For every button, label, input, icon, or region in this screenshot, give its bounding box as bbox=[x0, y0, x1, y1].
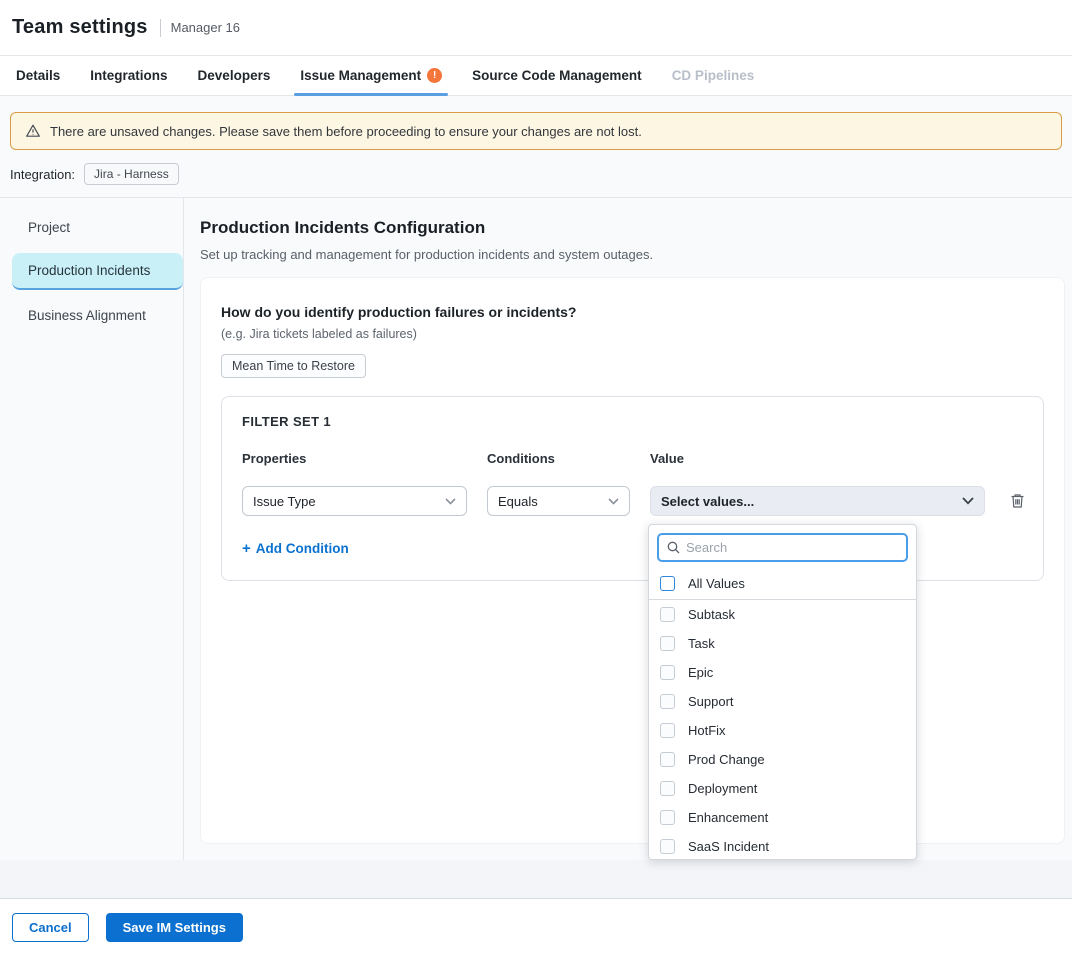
filter-grid: Properties Conditions Value Issue Type E… bbox=[242, 451, 1023, 516]
column-label-conditions: Conditions bbox=[487, 451, 630, 466]
save-im-settings-button[interactable]: Save IM Settings bbox=[106, 913, 243, 942]
integration-row: Integration: Jira - Harness bbox=[10, 163, 1062, 185]
checkbox-icon[interactable] bbox=[660, 839, 675, 854]
option-saas-incident[interactable]: SaaS Incident bbox=[649, 832, 916, 860]
trash-icon bbox=[1010, 493, 1025, 509]
content-description: Set up tracking and management for produ… bbox=[200, 247, 1065, 262]
warning-icon bbox=[25, 123, 41, 139]
checkbox-icon[interactable] bbox=[660, 752, 675, 767]
column-label-value: Value bbox=[650, 451, 985, 466]
content-title: Production Incidents Configuration bbox=[200, 218, 1065, 238]
tab-details[interactable]: Details bbox=[16, 56, 60, 95]
checkbox-icon[interactable] bbox=[660, 665, 675, 680]
condition-select[interactable]: Equals bbox=[487, 486, 630, 516]
chevron-down-icon bbox=[608, 498, 619, 505]
footer-actions: Cancel Save IM Settings bbox=[0, 898, 1072, 956]
tab-issue-management[interactable]: Issue Management ! bbox=[300, 56, 442, 95]
settings-sidebar: Project Production Incidents Business Al… bbox=[0, 198, 184, 860]
checkbox-icon[interactable] bbox=[660, 576, 675, 591]
option-subtask[interactable]: Subtask bbox=[649, 600, 916, 629]
identify-question: How do you identify production failures … bbox=[221, 304, 1044, 320]
chevron-down-icon bbox=[445, 498, 456, 505]
metric-chip[interactable]: Mean Time to Restore bbox=[221, 354, 366, 378]
checkbox-icon[interactable] bbox=[660, 723, 675, 738]
page-title: Team settings bbox=[12, 16, 148, 39]
tab-integrations[interactable]: Integrations bbox=[90, 56, 167, 95]
page-header: Team settings Manager 16 bbox=[0, 0, 1072, 56]
plus-icon: + bbox=[242, 540, 251, 557]
chevron-down-icon bbox=[962, 497, 974, 505]
value-select[interactable]: Select values... bbox=[650, 486, 985, 516]
dropdown-search bbox=[657, 533, 908, 562]
delete-filter-button[interactable] bbox=[1005, 493, 1029, 509]
bottom-spacer bbox=[0, 860, 1072, 898]
banner-text: There are unsaved changes. Please save t… bbox=[50, 124, 642, 139]
property-select[interactable]: Issue Type bbox=[242, 486, 467, 516]
title-divider bbox=[160, 19, 161, 37]
tab-developers[interactable]: Developers bbox=[198, 56, 271, 95]
option-epic[interactable]: Epic bbox=[649, 658, 916, 687]
checkbox-icon[interactable] bbox=[660, 694, 675, 709]
integration-chip[interactable]: Jira - Harness bbox=[84, 163, 179, 185]
cancel-button[interactable]: Cancel bbox=[12, 913, 89, 942]
tab-cd-pipelines: CD Pipelines bbox=[672, 56, 755, 95]
content-panel: Production Incidents Configuration Set u… bbox=[184, 198, 1072, 860]
sidebar-item-business-alignment[interactable]: Business Alignment bbox=[12, 298, 183, 333]
sidebar-item-project[interactable]: Project bbox=[12, 210, 183, 245]
option-prod-change[interactable]: Prod Change bbox=[649, 745, 916, 774]
option-task[interactable]: Task bbox=[649, 629, 916, 658]
filter-set-title: FILTER SET 1 bbox=[242, 414, 1023, 429]
filter-set-card: FILTER SET 1 Properties Conditions Value… bbox=[221, 396, 1044, 581]
unsaved-changes-banner: There are unsaved changes. Please save t… bbox=[10, 112, 1062, 150]
option-enhancement[interactable]: Enhancement bbox=[649, 803, 916, 832]
identify-hint: (e.g. Jira tickets labeled as failures) bbox=[221, 327, 1044, 341]
column-label-properties: Properties bbox=[242, 451, 467, 466]
incidents-config-card: How do you identify production failures … bbox=[200, 277, 1065, 844]
sidebar-item-production-incidents[interactable]: Production Incidents bbox=[12, 253, 183, 290]
option-support[interactable]: Support bbox=[649, 687, 916, 716]
page-subtitle: Manager 16 bbox=[171, 20, 240, 35]
integration-label: Integration: bbox=[10, 167, 75, 182]
option-deployment[interactable]: Deployment bbox=[649, 774, 916, 803]
option-all-values[interactable]: All Values bbox=[649, 570, 916, 600]
tab-source-code-management[interactable]: Source Code Management bbox=[472, 56, 642, 95]
value-dropdown-popup: All Values Subtask Task bbox=[648, 524, 917, 860]
checkbox-icon[interactable] bbox=[660, 636, 675, 651]
tab-bar: Details Integrations Developers Issue Ma… bbox=[0, 56, 1072, 96]
search-icon bbox=[667, 541, 680, 554]
option-hotfix[interactable]: HotFix bbox=[649, 716, 916, 745]
checkbox-icon[interactable] bbox=[660, 607, 675, 622]
main-region: There are unsaved changes. Please save t… bbox=[0, 96, 1072, 860]
checkbox-icon[interactable] bbox=[660, 810, 675, 825]
alert-badge-icon: ! bbox=[427, 68, 442, 83]
checkbox-icon[interactable] bbox=[660, 781, 675, 796]
add-condition-button[interactable]: + Add Condition bbox=[242, 540, 349, 557]
search-input[interactable] bbox=[686, 540, 898, 555]
